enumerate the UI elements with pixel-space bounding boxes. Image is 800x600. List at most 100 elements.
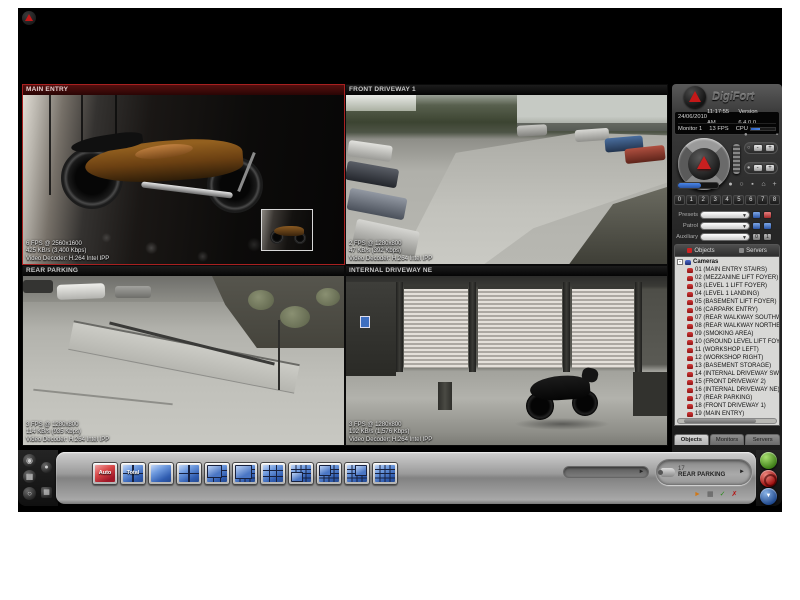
zoom-out-button[interactable]: - [753,144,763,152]
monitor-icon[interactable]: ▦ [707,490,714,499]
joystick-icon[interactable]: ● [726,180,735,189]
viewport-main-entry[interactable]: 6 FPS @ 2560x1600 425 KB/s (3,400 Kbps) … [22,84,345,265]
camera-tree-item[interactable]: 08 (REAR WALKWAY NORTHEAST) [677,322,779,330]
confirm-icon[interactable]: ✓ [720,490,726,499]
preset-3-button[interactable]: 3 [710,195,721,205]
mosaic-icon[interactable]: ▦ [41,487,52,498]
camera-tree-item[interactable]: 12 (WORKSHOP RIGHT) [677,354,779,362]
preset-7-button[interactable]: 7 [757,195,768,205]
preset-5-button[interactable]: 5 [733,195,744,205]
tree-root-cameras[interactable]: - Cameras [677,258,779,266]
presets-dropdown[interactable]: ▼ [700,211,750,219]
preset-8-button[interactable]: 8 [769,195,780,205]
camera-tree-item[interactable]: 19 (MAIN ENTRY) [677,410,779,418]
preset-4-button[interactable]: 4 [722,195,733,205]
home-icon[interactable]: ⌂ [759,180,768,189]
camera-icon [687,332,693,337]
parked-car [347,140,393,162]
preset-1-button[interactable]: 1 [686,195,697,205]
layout-1plus5-button[interactable] [204,462,230,485]
zoom-in-button[interactable]: + [765,144,775,152]
camera-tree-item[interactable]: 03 (LEVEL 1 LIFT FOYER) [677,282,779,290]
camera-tree-item[interactable]: 06 (CARPARK ENTRY) [677,306,779,314]
camera-tree-item[interactable]: 05 (BASEMENT LIFT FOYER) [677,298,779,306]
layout-1plus7-button[interactable] [232,462,258,485]
print-icon[interactable]: ▦ [23,470,36,483]
tab-servers[interactable]: Servers [727,245,779,256]
patrol-stop-button[interactable] [763,222,772,230]
camera-tree-item[interactable]: 16 (INTERNAL DRIVEWAY NE) [677,386,779,394]
collapse-icon[interactable]: - [677,259,683,265]
preset-save-button[interactable] [763,211,772,219]
snapshot-icon[interactable]: ◉ [23,454,36,467]
camera-label: 18 (FRONT DRIVEWAY 1) [695,402,766,410]
ptz-speed-slider[interactable] [677,182,719,189]
viewport-internal-driveway-ne[interactable]: 3 FPS @ 1280x800 192 KB/s (1,576 Kbps) V… [345,265,668,446]
camera-tree-item[interactable]: 15 (FRONT DRIVEWAY 2) [677,378,779,386]
camera-tree-item[interactable]: 17 (REAR PARKING) [677,394,779,402]
focus-far-button[interactable]: + [765,164,775,172]
layout-3x3-button[interactable] [260,462,286,485]
cancel-icon[interactable]: ✗ [731,490,737,499]
bottom-tab-objects[interactable]: Objects [674,434,709,445]
camera-tree-item[interactable]: 11 (WORKSHOP LEFT) [677,346,779,354]
zoom-tool-icon[interactable]: ○ [737,180,746,189]
patrol-start-button[interactable] [752,222,761,230]
auxiliary-dropdown[interactable]: ▼ [700,233,750,241]
scrollbar-thumb[interactable] [684,419,756,423]
layout-1plus12-tl-button[interactable] [316,462,342,485]
layout-1x1-button[interactable] [148,462,174,485]
ptz-wheel[interactable] [733,144,740,174]
preset-6-button[interactable]: 6 [745,195,756,205]
tree-horizontal-scrollbar[interactable] [677,418,777,424]
picture-in-picture-thumbnail[interactable] [261,209,313,251]
next-camera-arrow[interactable]: ► [739,469,747,475]
patrol-dropdown[interactable]: ▼ [700,222,750,230]
camera-tree-item[interactable]: 10 (GROUND LEVEL LIFT FOYER) [677,338,779,346]
preset-go-button[interactable] [752,211,761,219]
viewport-front-driveway-1[interactable]: 2 FPS @ 1280x800 47 KB/s (392 Kbps) Vide… [345,84,668,265]
preset-2-button[interactable]: 2 [698,195,709,205]
camera-tree-item[interactable]: 14 (INTERNAL DRIVEWAY SW) [677,370,779,378]
camera-tree-item[interactable]: 07 (REAR WALKWAY SOUTHWEST) [677,314,779,322]
eject-icon[interactable]: ► [694,490,701,499]
slider-right-arrow[interactable]: ► [637,468,646,476]
viewport-rear-parking[interactable]: 3 FPS @ 1280x800 114 KB/s (935 Kbps) Vid… [22,265,345,446]
focus-near-button[interactable]: - [753,164,763,172]
lock-icon[interactable]: ▪ [748,180,757,189]
camera-tree-item[interactable]: 04 (LEVEL 1 LANDING) [677,290,779,298]
record-button[interactable] [760,470,777,487]
stat-line: Video Decoder: H.264 Intel IPP [26,256,109,264]
camera-tree-item[interactable]: 01 (MAIN ENTRY STAIRS) [677,266,779,274]
camera-tree-item[interactable]: 13 (BASEMENT STORAGE) [677,362,779,370]
auxiliary-on-button[interactable]: 1 [763,233,772,241]
export-button[interactable]: ▼ [760,488,777,505]
roller-door [404,286,468,368]
bottom-tab-monitors[interactable]: Monitors [710,434,745,445]
wrench-icon[interactable]: + [770,180,779,189]
layout-total-button[interactable]: Total [120,462,146,485]
settings-icon[interactable]: ● [41,462,52,473]
view-icon[interactable]: ○ [23,487,36,500]
dropdown-arrow-icon: ▼ [742,235,747,241]
preset-0-button[interactable]: 0 [674,195,685,205]
layout-1plus12-bl-button[interactable] [288,462,314,485]
layout-1plus12-tr-button[interactable] [344,462,370,485]
camera-icon [687,300,693,305]
tab-objects[interactable]: Objects [675,245,727,256]
camera-tree-item[interactable]: 09 (SMOKING AREA) [677,330,779,338]
layout-4x4-button[interactable] [372,462,398,485]
selected-camera-panel[interactable]: 17 REAR PARKING ► [656,459,752,485]
layout-2x2-button[interactable] [176,462,202,485]
camera-tree-item[interactable]: 02 (MEZZANINE LIFT FOYER) [677,274,779,282]
camera-label: 13 (BASEMENT STORAGE) [695,362,771,370]
bottom-tab-servers[interactable]: Servers [745,434,780,445]
auxiliary-off-button[interactable]: 0 [752,233,761,241]
panel-tabs: Objects Servers [674,244,780,256]
connect-button[interactable] [760,452,777,469]
selected-camera-text: 17 REAR PARKING [678,466,736,478]
ptz-joystick-knob[interactable] [688,148,720,180]
camera-cycle-slider[interactable]: ► [563,466,649,478]
layout-auto-button[interactable]: Auto [92,462,118,485]
camera-tree-item[interactable]: 18 (FRONT DRIVEWAY 1) [677,402,779,410]
